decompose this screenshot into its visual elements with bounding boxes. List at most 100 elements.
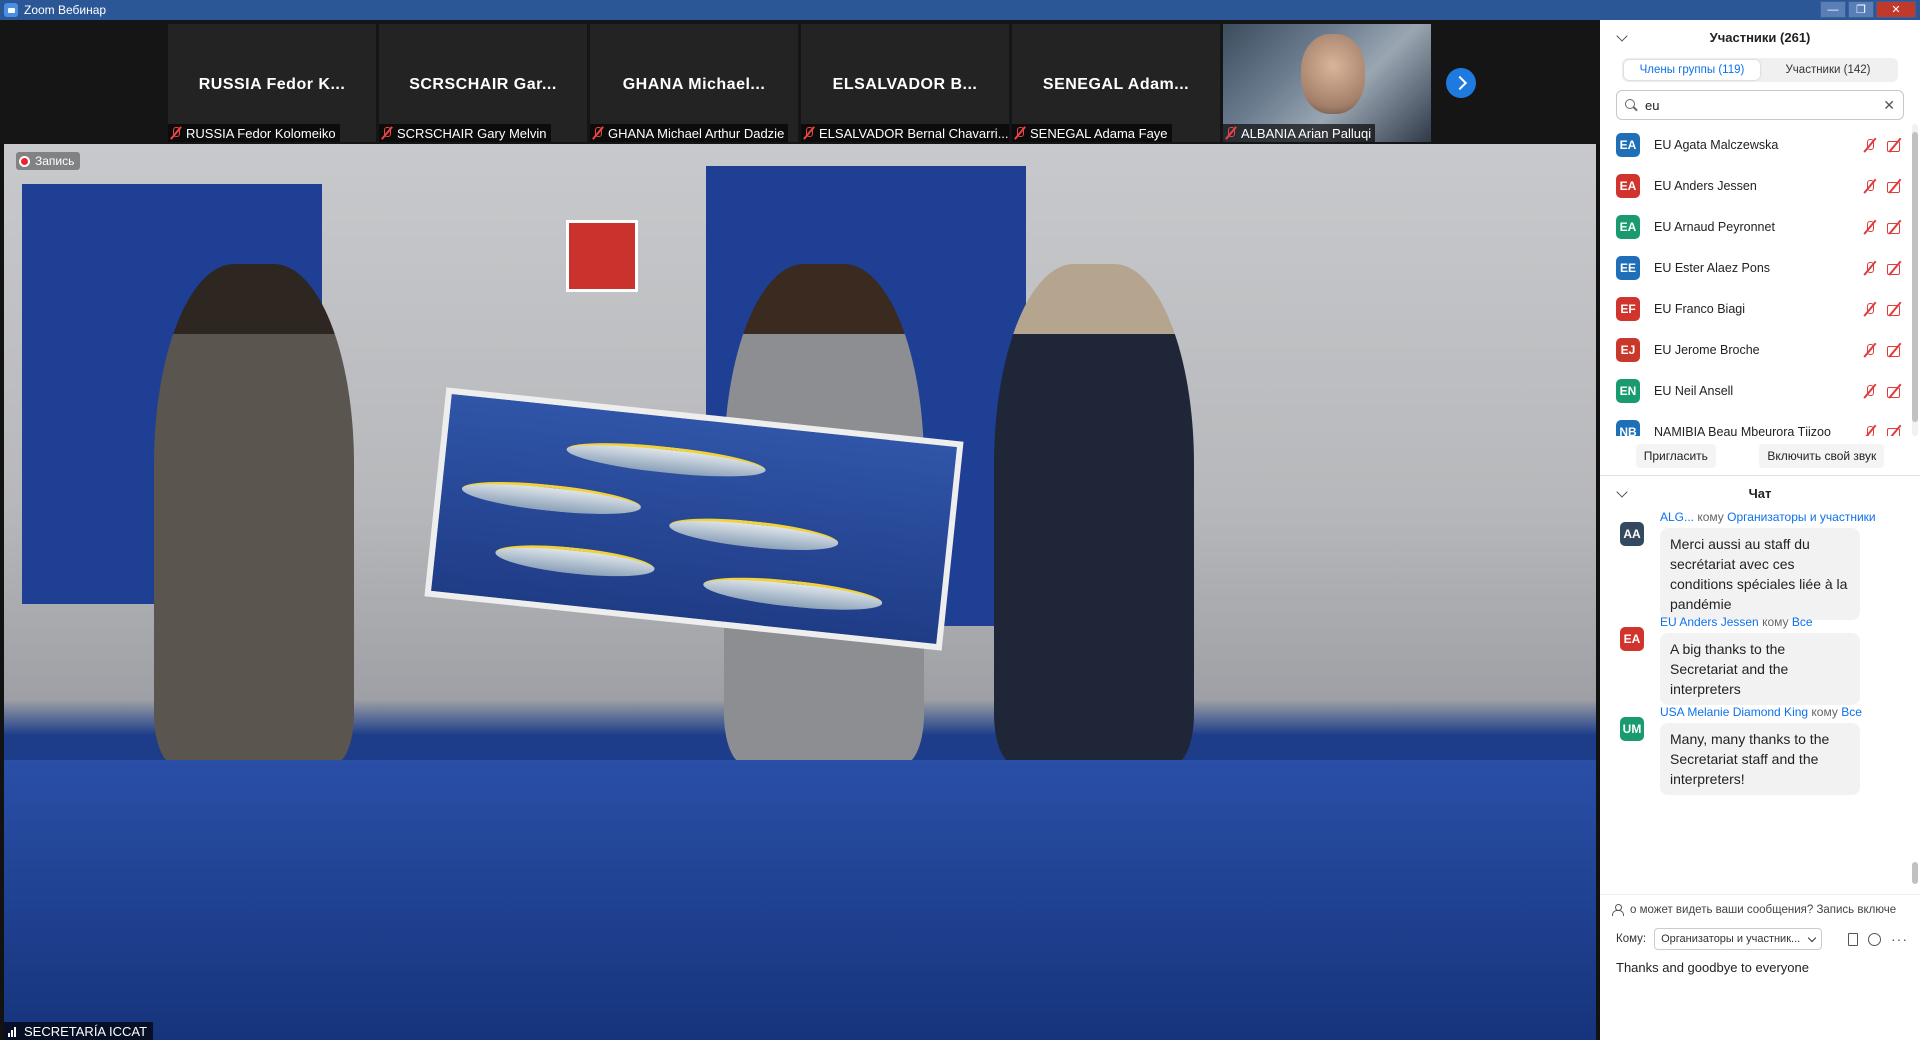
video-area: RUSSIA Fedor K... RUSSIA Fedor Kolomeiko… [0, 20, 1600, 1040]
chat-recipient-row: Кому: Организаторы и участник... ··· [1600, 918, 1920, 950]
privacy-text: о может видеть ваши сообщения? Запись вк… [1630, 903, 1897, 916]
mic-muted-icon[interactable] [1863, 383, 1877, 399]
video-off-icon[interactable] [1887, 385, 1904, 398]
search-icon [1625, 99, 1637, 111]
invite-button[interactable]: Пригласить [1635, 443, 1716, 468]
video-tile[interactable]: RUSSIA Fedor K... RUSSIA Fedor Kolomeiko [168, 24, 376, 142]
tab-attendees[interactable]: Участники (142) [1760, 60, 1896, 80]
fish-shape [667, 512, 840, 557]
fish-shape [701, 571, 884, 617]
message-sender[interactable]: ALG... [1660, 510, 1694, 524]
fish-shape [460, 475, 643, 521]
participant-row[interactable]: EJ EU Jerome Broche [1600, 329, 1920, 370]
video-off-icon[interactable] [1887, 303, 1904, 316]
chat-input[interactable]: Thanks and goodbye to everyone [1616, 960, 1904, 980]
search-input[interactable] [1645, 97, 1884, 113]
avatar: EJ [1616, 337, 1640, 362]
video-off-icon[interactable] [1887, 221, 1904, 234]
participant-scrollbar[interactable] [1912, 124, 1918, 436]
message-bubble: Merci aussi au staff du secrétariat avec… [1660, 528, 1860, 620]
tile-big-name: SENEGAL Adam... [1042, 76, 1190, 93]
chat-privacy-note[interactable]: о может видеть ваши сообщения? Запись вк… [1600, 894, 1920, 918]
mic-muted-icon[interactable] [1863, 219, 1877, 235]
avatar: EA [1616, 173, 1640, 198]
chat-header: Чат [1600, 476, 1920, 510]
video-off-icon[interactable] [1887, 139, 1904, 152]
video-off-icon[interactable] [1887, 180, 1904, 193]
message-sender[interactable]: USA Melanie Diamond King [1660, 705, 1808, 719]
participant-row[interactable]: EN EU Neil Ansell [1600, 370, 1920, 411]
fire-sign-image [566, 220, 638, 292]
recording-label: Запись [35, 154, 75, 168]
recording-indicator: Запись [16, 152, 81, 170]
message-to-word: кому [1762, 615, 1789, 629]
avatar: EE [1616, 255, 1640, 280]
tile-name-label: SCRSCHAIR Gary Melvin [379, 124, 551, 142]
video-tile-live[interactable]: ALBANIA Arian Palluqi [1223, 24, 1431, 142]
mic-muted-icon[interactable] [1863, 301, 1877, 317]
participant-row[interactable]: NB NAMIBIA Beau Mbeurora Tjizoo [1600, 411, 1920, 436]
participant-name: EU Arnaud Peyronnet [1654, 219, 1775, 234]
tile-big-name: SCRSCHAIR Gar... [409, 76, 557, 93]
tile-name-label: ALBANIA Arian Palluqi [1223, 124, 1376, 142]
participant-row[interactable]: EA EU Agata Malczewska [1600, 124, 1920, 165]
close-button[interactable]: ✕ [1876, 1, 1916, 18]
video-tile[interactable]: SCRSCHAIR Gar... SCRSCHAIR Gary Melvin [379, 24, 587, 142]
restore-button[interactable]: ❐ [1848, 1, 1874, 18]
active-speaker-video: Запись SECRETARÍA ICCAT [4, 144, 1596, 1040]
participants-title: Участники (261) [1709, 29, 1811, 45]
collapse-chevron-icon[interactable] [1616, 486, 1628, 498]
participant-search[interactable]: ✕ [1616, 90, 1904, 120]
clear-search-icon[interactable]: ✕ [1883, 97, 1895, 114]
tile-big-name: GHANA Michael... [622, 76, 766, 93]
tab-panelists[interactable]: Члены группы (119) [1624, 60, 1760, 80]
video-tile[interactable]: GHANA Michael... GHANA Michael Arthur Da… [590, 24, 798, 142]
recipient-select[interactable]: Организаторы и участник... [1654, 928, 1823, 950]
minimize-button[interactable]: — [1820, 1, 1846, 18]
tile-name-label: SENEGAL Adama Faye [1012, 124, 1172, 142]
avatar: EF [1616, 296, 1640, 321]
fish-shape [494, 539, 656, 583]
emoji-icon[interactable] [1868, 932, 1881, 946]
participant-strip: RUSSIA Fedor K... RUSSIA Fedor Kolomeiko… [0, 20, 1600, 144]
more-icon[interactable]: ··· [1891, 931, 1908, 947]
message-sender[interactable]: EU Anders Jessen [1660, 615, 1759, 629]
collapse-chevron-icon[interactable] [1616, 30, 1628, 42]
participant-video-image [1301, 34, 1365, 114]
recording-dot-icon [19, 155, 30, 167]
participant-row[interactable]: EE EU Ester Alaez Pons [1600, 247, 1920, 288]
participant-row[interactable]: EA EU Arnaud Peyronnet [1600, 206, 1920, 247]
next-page-arrow-icon[interactable] [1446, 68, 1476, 98]
mic-muted-icon[interactable] [1863, 137, 1877, 153]
file-icon[interactable] [1848, 932, 1858, 946]
title-bar: Zoom Вебинар — ❐ ✕ [0, 0, 1920, 20]
participant-row[interactable]: EF EU Franco Biagi [1600, 288, 1920, 329]
tile-name-text: SENEGAL Adama Faye [1030, 125, 1168, 141]
tile-name-text: GHANA Michael Arthur Dadzie [608, 125, 785, 141]
tile-name-text: ALBANIA Arian Palluqi [1241, 125, 1372, 141]
speaker-name-label: SECRETARÍA ICCAT [4, 1022, 154, 1040]
side-panel: Участники (261) Члены группы (119) Участ… [1600, 20, 1920, 1040]
unmute-self-button[interactable]: Включить свой звук [1759, 443, 1885, 468]
tile-name-label: RUSSIA Fedor Kolomeiko [168, 124, 340, 142]
video-off-icon[interactable] [1887, 426, 1904, 436]
video-off-icon[interactable] [1887, 262, 1904, 275]
zoom-app-icon [4, 3, 18, 17]
mic-muted-icon[interactable] [1863, 424, 1877, 436]
video-off-icon[interactable] [1887, 344, 1904, 357]
participant-name: EU Neil Ansell [1654, 383, 1734, 398]
message-to-word: кому [1697, 510, 1724, 524]
mic-muted-icon [803, 126, 815, 140]
message-meta: EU Anders Jessen кому Все [1660, 615, 1904, 629]
mic-muted-icon[interactable] [1863, 178, 1877, 194]
video-tile[interactable]: SENEGAL Adam... SENEGAL Adama Faye [1012, 24, 1220, 142]
participant-row[interactable]: EA EU Anders Jessen [1600, 165, 1920, 206]
tile-big-name: ELSALVADOR B... [832, 76, 978, 93]
tile-name-text: RUSSIA Fedor Kolomeiko [186, 125, 336, 141]
mic-muted-icon[interactable] [1863, 342, 1877, 358]
chevron-down-icon [1807, 933, 1817, 942]
chat-scrollbar[interactable] [1912, 510, 1918, 894]
tile-name-text: ELSALVADOR Bernal Chavarri... [819, 125, 1009, 141]
video-tile[interactable]: ELSALVADOR B... ELSALVADOR Bernal Chavar… [801, 24, 1009, 142]
mic-muted-icon[interactable] [1863, 260, 1877, 276]
